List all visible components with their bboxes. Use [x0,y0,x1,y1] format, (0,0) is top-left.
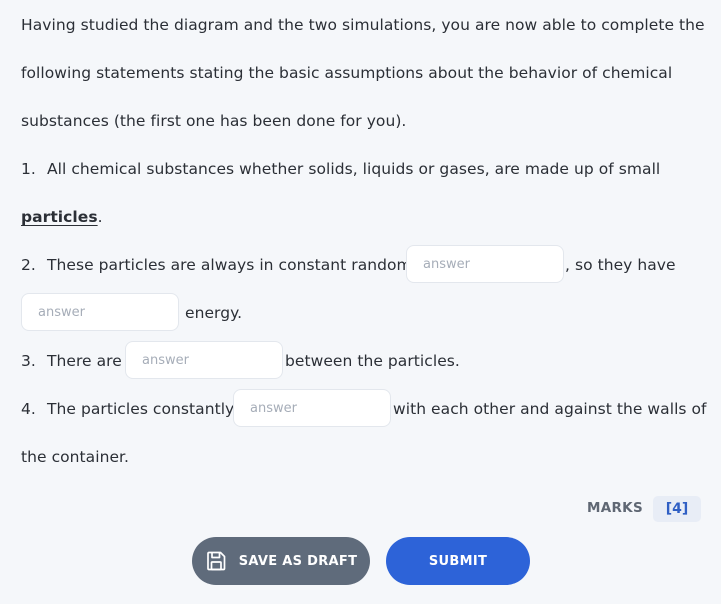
statement-3: 3. There are [21,350,122,372]
statement-2-text-c: energy. [185,304,243,322]
statement-2: 2. These particles are always in constant… [21,254,412,276]
save-icon [205,550,227,572]
statement-1-period: . [97,208,103,226]
save-as-draft-button[interactable]: SAVE AS DRAFT [192,537,370,585]
statement-1-number: 1. [21,160,36,178]
statement-4: 4. The particles constantly [21,398,234,420]
marks-badge: [4] [653,496,701,522]
answer-input-2a[interactable] [406,245,564,283]
submit-button[interactable]: SUBMIT [386,537,530,585]
intro-line-1: Having studied the diagram and the two s… [21,16,705,34]
statement-3-text-a: There are [47,352,122,370]
statement-4-number: 4. [21,400,36,418]
statement-4-text-b: with each other and against the walls of [393,400,707,418]
answer-input-3[interactable] [125,341,283,379]
statement-3-number: 3. [21,352,36,370]
statement-1-given-answer: particles [21,208,98,226]
statement-2-text-a: These particles are always in constant r… [47,256,412,274]
statement-3-text-b: between the particles. [285,352,460,370]
statement-4-text-c: the container. [21,448,130,466]
answer-input-2b[interactable] [21,293,179,331]
submit-label: SUBMIT [428,553,488,569]
intro-line-3: substances (the first one has been done … [21,112,407,130]
intro-line-2: following statements stating the basic a… [21,64,673,82]
statement-1-answer-line: particles. [21,206,103,228]
statement-4-text-a: The particles constantly [47,400,235,418]
statement-2-number: 2. [21,256,36,274]
save-as-draft-label: SAVE AS DRAFT [238,553,358,569]
statement-2-text-b: , so they have [565,256,676,274]
marks-label: MARKS [587,500,643,516]
statement-1-text: All chemical substances whether solids, … [47,160,661,178]
answer-input-4[interactable] [233,389,391,427]
statement-1: 1. All chemical substances whether solids… [21,158,660,180]
